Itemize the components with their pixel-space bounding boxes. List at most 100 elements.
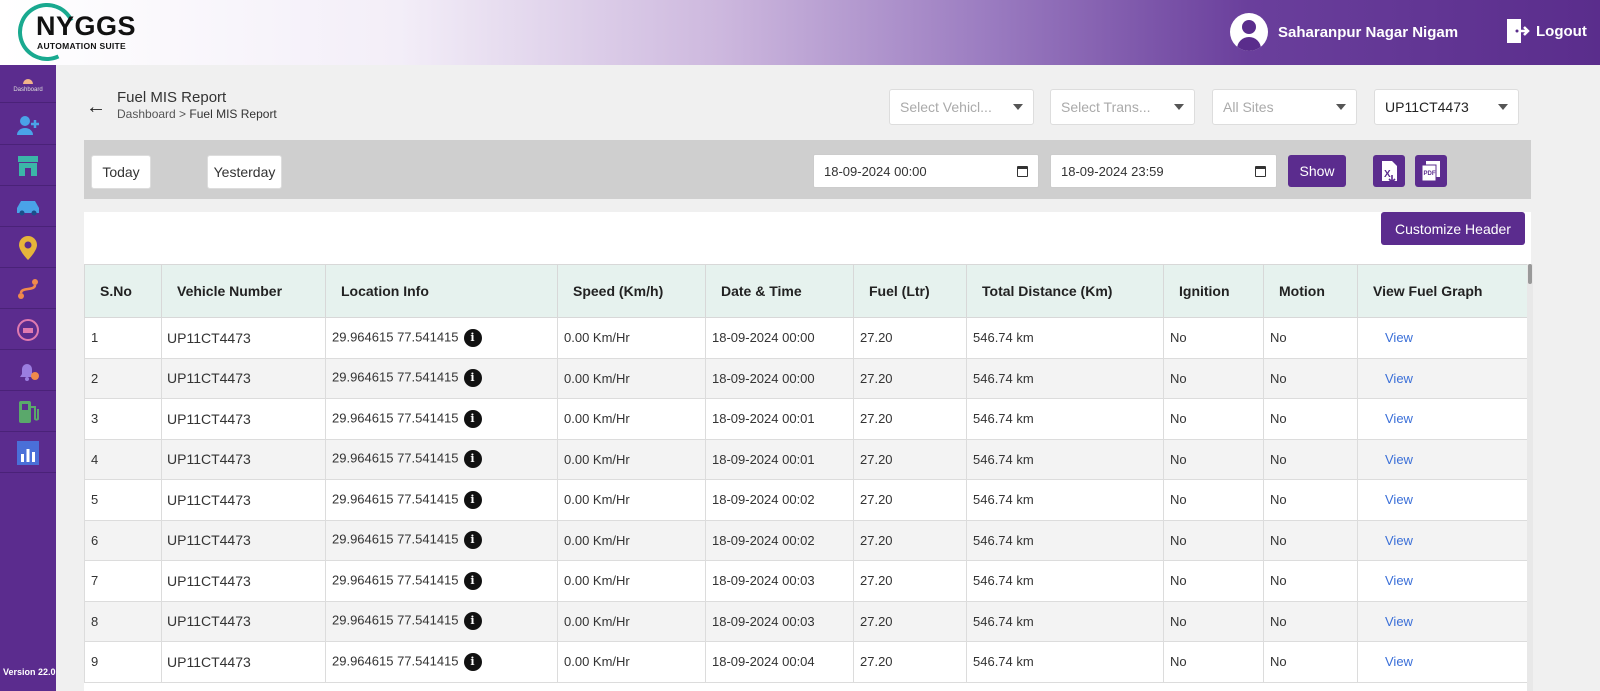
sidebar-item-dashboard[interactable]: Dashboard (0, 65, 56, 103)
column-header[interactable]: Motion (1263, 264, 1358, 318)
sidebar-item-location[interactable] (0, 228, 56, 268)
vehicle-select[interactable]: UP11CT4473 (1374, 89, 1519, 125)
cell-speed: 0.00 Km/Hr (557, 398, 706, 440)
app-logo[interactable]: NYGGS AUTOMATION SUITE (9, 0, 136, 70)
logout-button[interactable]: Logout (1506, 18, 1587, 44)
cell-fuel: 27.20 (853, 438, 967, 480)
location-coords: 29.964615 77.541415 (332, 491, 459, 507)
view-fuel-graph-link[interactable]: View (1364, 614, 1413, 629)
view-fuel-graph-link[interactable]: View (1364, 492, 1413, 507)
sidebar-item-store[interactable] (0, 146, 56, 186)
table-row: 5 UP11CT4473 29.964615 77.541415 i 0.00 Km/H… (84, 479, 1531, 521)
cell-vehicle: UP11CT4473 (161, 519, 326, 561)
table-scrollbar-thumb[interactable] (1528, 264, 1532, 284)
view-fuel-graph-link[interactable]: View (1364, 411, 1413, 426)
car-icon (17, 200, 39, 215)
column-header[interactable]: View Fuel Graph (1357, 264, 1531, 318)
svg-text:X: X (1384, 169, 1391, 180)
view-fuel-graph-link[interactable]: View (1364, 533, 1413, 548)
cell-motion: No (1263, 398, 1358, 440)
info-icon[interactable]: i (463, 369, 482, 388)
vehicle-type-placeholder: Select Vehicl... (900, 99, 992, 115)
view-fuel-graph-link[interactable]: View (1364, 371, 1413, 386)
cell-sno: 1 (84, 317, 162, 359)
view-fuel-graph-link[interactable]: View (1364, 654, 1413, 669)
pdf-export-button[interactable]: PDF (1415, 155, 1447, 187)
column-header[interactable]: Vehicle Number (161, 264, 326, 318)
excel-export-button[interactable]: X (1373, 155, 1405, 187)
info-icon[interactable]: i (463, 450, 482, 469)
view-fuel-graph-link[interactable]: View (1364, 330, 1413, 345)
column-header[interactable]: S.No (84, 264, 162, 318)
report-chart-icon (17, 440, 39, 465)
yesterday-button[interactable]: Yesterday (207, 155, 282, 189)
column-header[interactable]: Date & Time (705, 264, 854, 318)
sidebar-item-routes[interactable] (0, 269, 56, 309)
cell-speed: 0.00 Km/Hr (557, 357, 706, 399)
sidebar-item-vehicle-sync[interactable] (0, 310, 56, 350)
cell-datetime: 18-09-2024 00:01 (705, 438, 854, 480)
sidebar-item-reports[interactable] (0, 433, 56, 473)
info-icon[interactable]: i (463, 571, 482, 590)
vehicle-number: UP11CT4473 (167, 613, 251, 630)
info-icon[interactable]: i (463, 409, 482, 428)
cell-sno: 7 (84, 560, 162, 602)
show-button[interactable]: Show (1288, 155, 1346, 187)
to-datetime-input[interactable]: 18-09-2024 23:59 (1050, 154, 1277, 188)
chevron-down-icon (1174, 104, 1184, 110)
breadcrumb: Dashboard > Fuel MIS Report (117, 107, 277, 121)
vehicle-number: UP11CT4473 (167, 370, 251, 387)
info-icon[interactable]: i (463, 490, 482, 509)
location-coords: 29.964615 77.541415 (332, 329, 459, 345)
cell-location: 29.964615 77.541415 i (325, 398, 558, 440)
calendar-icon[interactable] (1255, 165, 1266, 177)
cell-motion: No (1263, 600, 1358, 642)
user-avatar-icon (1230, 13, 1268, 51)
cell-sno: 2 (84, 357, 162, 399)
sidebar-item-alarms[interactable] (0, 351, 56, 391)
info-icon[interactable]: i (463, 652, 482, 671)
info-icon[interactable]: i (463, 612, 482, 631)
user-menu[interactable]: Saharanpur Nagar Nigam (1230, 12, 1458, 52)
column-header[interactable]: Speed (Km/h) (557, 264, 706, 318)
calendar-icon[interactable] (1017, 165, 1028, 177)
vehicle-number: UP11CT4473 (167, 329, 251, 346)
cell-sno: 5 (84, 479, 162, 521)
user-add-icon (17, 115, 39, 135)
cell-vehicle: UP11CT4473 (161, 479, 326, 521)
sidebar-item-vehicles[interactable] (0, 187, 56, 227)
sites-placeholder: All Sites (1223, 99, 1274, 115)
info-icon[interactable]: i (463, 328, 482, 347)
location-coords: 29.964615 77.541415 (332, 450, 459, 466)
cell-ignition: No (1163, 519, 1264, 561)
sidebar-dashboard-label: Dashboard (13, 86, 43, 93)
sidebar-item-fuel[interactable] (0, 392, 56, 432)
view-fuel-graph-link[interactable]: View (1364, 452, 1413, 467)
column-header[interactable]: Total Distance (Km) (966, 264, 1164, 318)
customize-header-button[interactable]: Customize Header (1381, 212, 1525, 245)
view-fuel-graph-link[interactable]: View (1364, 573, 1413, 588)
logout-icon (1507, 19, 1530, 43)
table-row: 1 UP11CT4473 29.964615 77.541415 i 0.00 Km/H… (84, 317, 1531, 359)
sidebar-item-add-user[interactable] (0, 105, 56, 145)
from-datetime-input[interactable]: 18-09-2024 00:00 (813, 154, 1039, 188)
today-button[interactable]: Today (91, 155, 151, 189)
cell-view-graph: View (1357, 519, 1531, 561)
column-header[interactable]: Fuel (Ltr) (853, 264, 967, 318)
logo-subtitle: AUTOMATION SUITE (37, 41, 127, 51)
table-scrollbar[interactable] (1527, 264, 1533, 691)
back-arrow-icon[interactable]: ← (86, 96, 106, 119)
route-icon (18, 278, 38, 299)
column-header[interactable]: Location Info (325, 264, 558, 318)
column-header[interactable]: Ignition (1163, 264, 1264, 318)
cell-fuel: 27.20 (853, 357, 967, 399)
breadcrumb-current: Fuel MIS Report (189, 107, 277, 121)
transporter-select[interactable]: Select Trans... (1050, 89, 1195, 125)
store-icon (18, 155, 38, 176)
info-icon[interactable]: i (463, 531, 482, 550)
excel-export-icon: X (1382, 161, 1397, 184)
sites-select[interactable]: All Sites (1212, 89, 1357, 125)
vehicle-type-select[interactable]: Select Vehicl... (889, 89, 1034, 125)
breadcrumb-dashboard[interactable]: Dashboard (117, 107, 176, 121)
cell-distance: 546.74 km (966, 438, 1164, 480)
